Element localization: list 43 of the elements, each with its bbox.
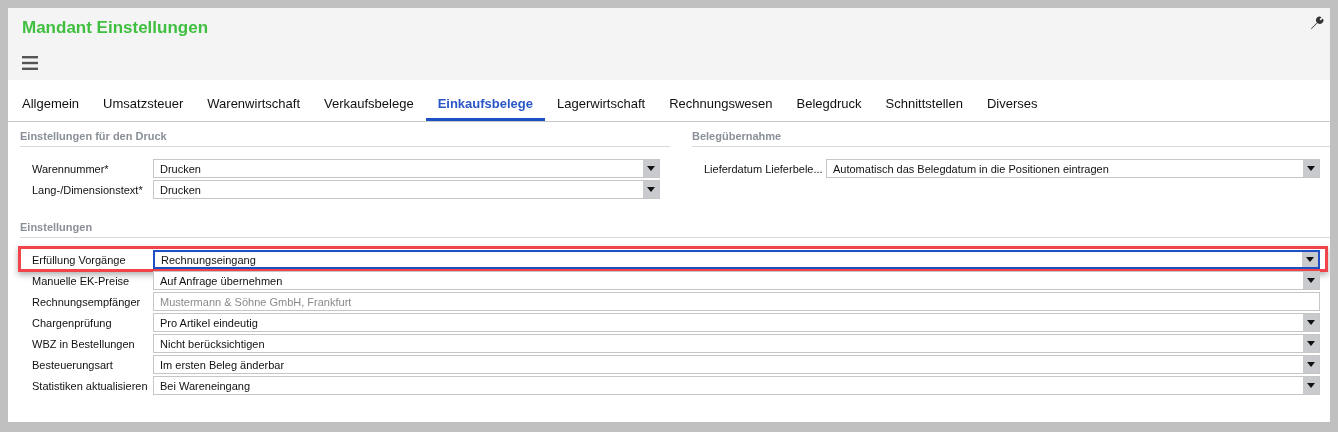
dropdown-arrow-icon <box>1307 362 1315 367</box>
dropdown-field[interactable]: Rechnungseingang <box>153 250 1320 269</box>
tab[interactable]: Rechnungswesen <box>657 96 785 121</box>
field-label: Warennummer* <box>32 162 110 175</box>
tab[interactable]: Verkaufsbelege <box>312 96 426 121</box>
tab[interactable]: Einkaufsbelege <box>425 96 545 121</box>
dropdown-field[interactable]: Drucken <box>153 159 660 178</box>
field-label: Manuelle EK-Preise <box>32 274 131 287</box>
tab[interactable]: Allgemein <box>10 96 92 121</box>
dropdown-field[interactable]: Im ersten Beleg änderbar <box>153 355 1320 374</box>
tab[interactable]: Schnittstellen <box>873 96 975 121</box>
field-label: Erfüllung Vorgänge <box>32 253 127 266</box>
tab[interactable]: Belegdruck <box>784 96 874 121</box>
window-title: Mandant Einstellungen <box>22 18 209 38</box>
section-title: Einstellungen für den Druck <box>20 122 670 147</box>
menu-icon[interactable] <box>22 56 38 70</box>
dropdown-field[interactable]: Auf Anfrage übernehmen <box>153 271 1320 290</box>
section-title: Einstellungen <box>20 213 1330 238</box>
dropdown-arrow-icon <box>1307 383 1315 388</box>
field-label: Chargenprüfung <box>32 316 113 329</box>
field-label: Statistiken aktualisieren <box>32 379 149 392</box>
field-label: Lieferdatum Lieferbele... <box>704 162 824 175</box>
field-label: WBZ in Bestellungen <box>32 337 136 350</box>
dropdown-field[interactable]: Bei Wareneingang <box>153 376 1320 395</box>
field-label: Lang-/Dimensionstext* <box>32 183 144 196</box>
tab[interactable]: Warenwirtschaft <box>195 96 312 121</box>
dropdown-arrow-icon <box>1307 320 1315 325</box>
dropdown-arrow-icon <box>1307 278 1315 283</box>
tab[interactable]: Diverses <box>974 96 1050 121</box>
tab[interactable]: Lagerwirtschaft <box>545 96 658 121</box>
dropdown-field[interactable]: Nicht berücksichtigen <box>153 334 1320 353</box>
dropdown-field[interactable]: Drucken <box>153 180 660 199</box>
field-label: Besteuerungsart <box>32 358 114 371</box>
dropdown-arrow-icon <box>1307 341 1315 346</box>
dropdown-field[interactable]: Automatisch das Belegdatum in die Positionen eintragen <box>826 159 1320 178</box>
dropdown-arrow-icon <box>647 166 655 171</box>
section-title: Belegübernahme <box>692 122 1330 147</box>
dropdown-arrow-icon <box>1307 166 1315 171</box>
field-label: Rechnungsempfänger <box>32 295 142 308</box>
dropdown-arrow-icon <box>1306 257 1314 262</box>
dropdown-field[interactable]: Pro Artikel eindeutig <box>153 313 1320 332</box>
tab[interactable]: Umsatzsteuer <box>91 96 196 121</box>
dropdown-arrow-icon <box>647 187 655 192</box>
